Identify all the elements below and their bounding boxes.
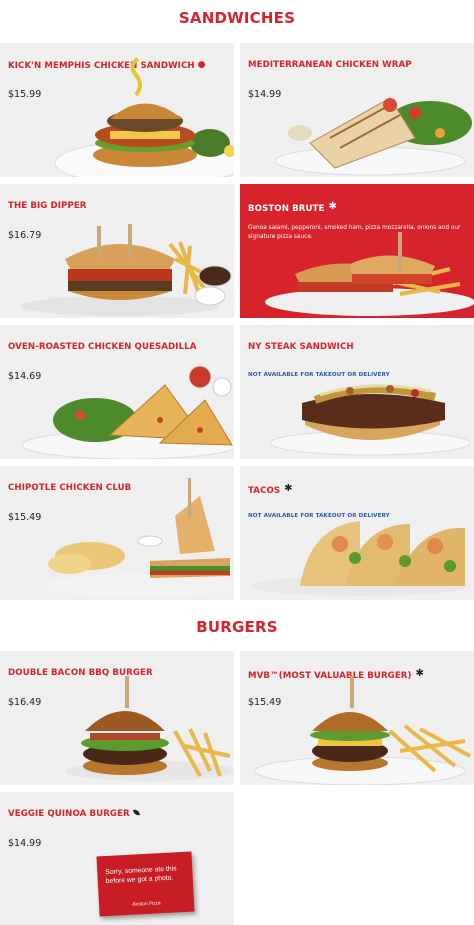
menu-card-ny-steak[interactable]: NY STEAK SANDWICH NOT AVAILABLE FOR TAKE…: [240, 325, 474, 459]
item-name: VEGGIE QUINOA BURGER: [8, 809, 130, 819]
menu-card-tacos[interactable]: TACOS ✱ NOT AVAILABLE FOR TAKEOUT OR DELI…: [240, 466, 474, 600]
item-name: MVB™(MOST VALUABLE BURGER): [248, 671, 412, 681]
item-name-wrap: BOSTON BRUTE ✱: [248, 201, 337, 214]
item-price: $15.49: [248, 697, 282, 708]
item-name: TACOS: [248, 486, 281, 496]
menu-card-double-bacon-bbq[interactable]: DOUBLE BACON BBQ BURGER $16.49: [0, 651, 234, 785]
placeholder-message: Sorry, someone ate this before we got a …: [105, 865, 177, 886]
menu-card-boston-brute[interactable]: BOSTON BRUTE ✱ Genoa salami, pepperoni, s…: [240, 184, 474, 318]
item-price: $15.99: [8, 89, 42, 100]
availability-note: NOT AVAILABLE FOR TAKEOUT OR DELIVERY: [248, 513, 390, 519]
spicy-drop-icon: ●: [197, 60, 206, 70]
menu-card-veggie-quinoa[interactable]: VEGGIE QUINOA BURGER $14.99 Sorry, someo…: [0, 792, 234, 925]
item-price: $14.69: [8, 371, 42, 382]
item-name: OVEN-ROASTED CHICKEN QUESADILLA: [8, 342, 197, 352]
photo-placeholder-card: Sorry, someone ate this before we got a …: [96, 851, 195, 917]
item-name: MEDITERRANEAN CHICKEN WRAP: [248, 60, 412, 70]
star-icon: ✱: [328, 201, 337, 212]
availability-note: NOT AVAILABLE FOR TAKEOUT OR DELIVERY: [248, 372, 390, 378]
menu-card-chipotle-club[interactable]: CHIPOTLE CHICKEN CLUB $15.49: [0, 466, 234, 600]
item-name-wrap: KICK'N MEMPHIS CHICKEN SANDWICH ●: [8, 60, 206, 71]
menu-card-big-dipper[interactable]: THE BIG DIPPER $16.79: [0, 184, 234, 318]
star-icon: ✱: [415, 668, 425, 679]
section-title-burgers: BURGERS: [196, 618, 278, 636]
item-name: BOSTON BRUTE: [248, 204, 325, 214]
menu-card-mediterranean-wrap[interactable]: MEDITERRANEAN CHICKEN WRAP $14.99: [240, 43, 474, 177]
star-icon: ✱: [284, 483, 293, 494]
menu-card-mvb[interactable]: MVB™(MOST VALUABLE BURGER) ✱ $15.49: [240, 651, 474, 785]
item-price: $16.49: [8, 697, 42, 708]
item-price: $14.99: [8, 838, 42, 849]
section-title-sandwiches: SANDWICHES: [178, 9, 296, 27]
leaf-icon: [132, 808, 140, 817]
placeholder-signature: -Boston Pizza: [130, 901, 161, 908]
item-name: CHIPOTLE CHICKEN CLUB: [8, 483, 132, 493]
item-name: DOUBLE BACON BBQ BURGER: [8, 668, 153, 678]
item-description: Genoa salami, pepperoni, smoked ham, piz…: [248, 225, 461, 240]
item-name-wrap: TACOS ✱: [248, 483, 293, 496]
item-name: NY STEAK SANDWICH: [248, 342, 354, 352]
item-price: $16.79: [8, 230, 42, 241]
item-price: $15.49: [8, 512, 42, 523]
menu-card-quesadilla[interactable]: OVEN-ROASTED CHICKEN QUESADILLA $14.69: [0, 325, 234, 459]
item-name-wrap: MVB™(MOST VALUABLE BURGER) ✱: [248, 668, 424, 681]
item-name-wrap: VEGGIE QUINOA BURGER: [8, 808, 140, 819]
item-name: THE BIG DIPPER: [8, 201, 87, 211]
menu-card-kickn-memphis[interactable]: KICK'N MEMPHIS CHICKEN SANDWICH ● $15.99: [0, 43, 234, 177]
item-name: KICK'N MEMPHIS CHICKEN SANDWICH: [8, 61, 195, 71]
item-price: $14.99: [248, 89, 282, 100]
